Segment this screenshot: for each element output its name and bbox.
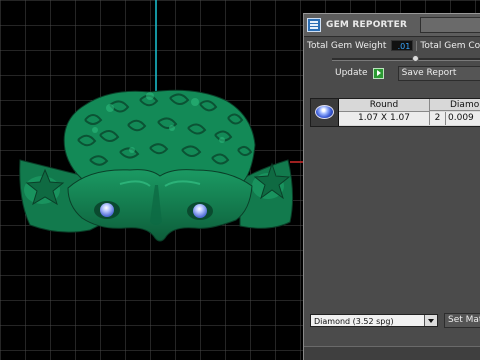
gem-reporter-panel: GEM REPORTER Total Gem Weight .01 Total … — [303, 13, 480, 360]
gem-material-select[interactable]: Diamond (3.52 spg) — [310, 313, 438, 327]
gem-thumbnail-cell[interactable] — [311, 99, 339, 126]
chevron-down-icon[interactable] — [424, 314, 437, 326]
row-gem-count: 2 — [430, 112, 446, 125]
row-gem-size: 1.07 X 1.07 — [339, 112, 430, 125]
total-gem-weight-value: .01 — [391, 40, 414, 51]
round-diamond-icon — [315, 105, 334, 119]
panel-footer — [304, 346, 480, 360]
update-button[interactable]: Update — [332, 67, 371, 80]
set-material-button[interactable]: Set Mat — [444, 312, 480, 328]
title-bar-button[interactable] — [420, 17, 480, 33]
gem-report-table: Round Diamo 1.07 X 1.07 2 0.009 — [310, 98, 480, 127]
play-icon[interactable] — [372, 67, 384, 79]
column-header-material[interactable]: Diamo — [430, 99, 480, 111]
slider-track[interactable] — [332, 58, 480, 61]
save-report-button[interactable]: Save Report — [397, 65, 480, 81]
gem-material-selected: Diamond (3.52 spg) — [314, 316, 394, 326]
row-gem-weight: 0.009 — [446, 112, 480, 125]
total-gem-count-label: Total Gem Co — [416, 40, 480, 51]
gem-reporter-app-icon — [307, 18, 321, 32]
slider-thumb[interactable] — [412, 55, 419, 62]
action-row: Update Save Report — [332, 65, 480, 81]
column-header-shape[interactable]: Round — [339, 99, 430, 112]
weight-row: Total Gem Weight .01 Total Gem Co — [307, 39, 480, 52]
left-gem[interactable] — [100, 203, 114, 217]
panel-title-bar[interactable]: GEM REPORTER — [304, 14, 480, 37]
total-gem-weight-label: Total Gem Weight — [307, 40, 387, 51]
right-gem[interactable] — [193, 204, 207, 218]
panel-title: GEM REPORTER — [326, 20, 408, 30]
material-row: Diamond (3.52 spg) Set Mat — [310, 312, 480, 328]
size-slider[interactable] — [332, 55, 480, 63]
